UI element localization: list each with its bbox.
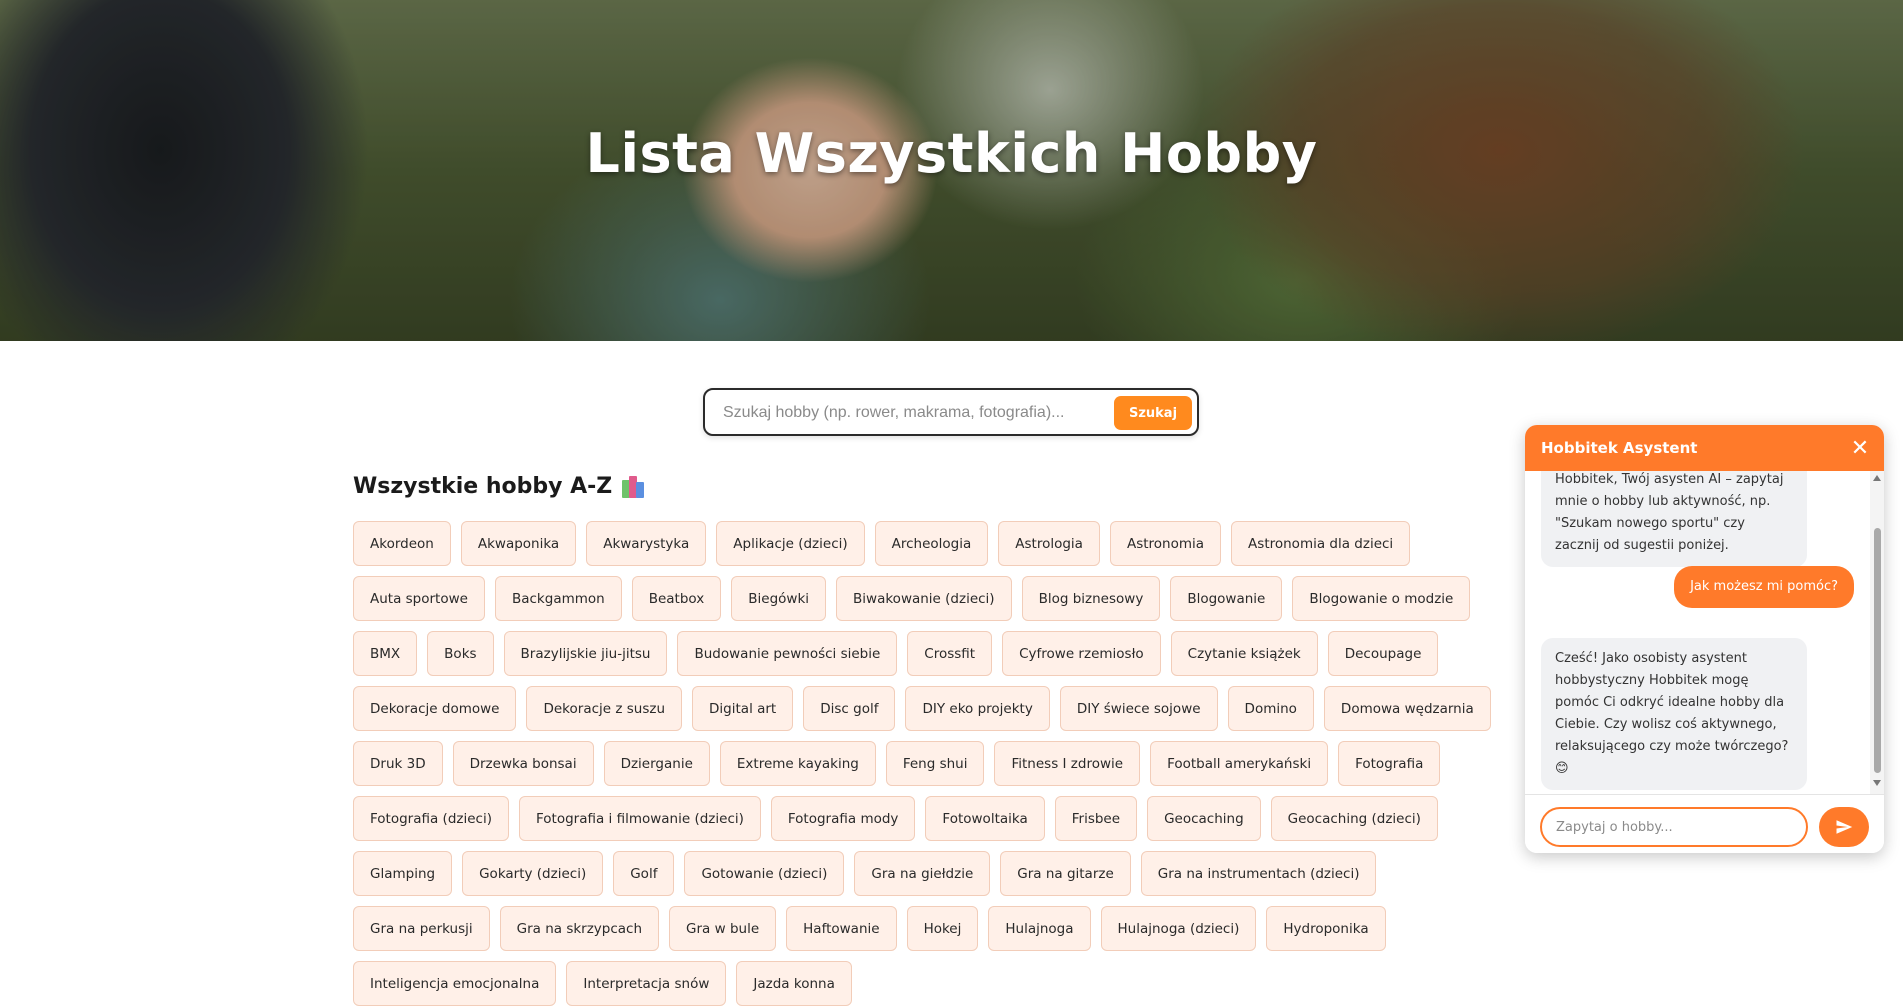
books-icon [622,475,646,498]
hobby-tag[interactable]: Gra na perkusji [353,906,490,951]
scroll-up-icon[interactable] [1873,475,1881,481]
scroll-down-icon[interactable] [1873,780,1881,786]
hobby-tag[interactable]: Fotowoltaika [925,796,1045,841]
hobby-tag[interactable]: Domowa wędzarnia [1323,686,1491,731]
hobby-tag[interactable]: Hokej [906,906,979,951]
hobby-tag[interactable]: Domino [1227,686,1314,731]
page-title: Lista Wszystkich Hobby [585,122,1318,185]
hobby-tag[interactable]: Blog biznesowy [1021,576,1161,621]
bot-message: Hobbitek, Twój asysten AI – zapytaj mnie… [1541,471,1807,567]
hobby-tag[interactable]: Jazda konna [736,961,852,1006]
hobby-tag[interactable]: DIY eko projekty [905,686,1050,731]
close-icon[interactable]: ✕ [1848,435,1872,461]
hobby-tag[interactable]: Gotowanie (dzieci) [684,851,845,896]
hobby-tag[interactable]: Akwarystyka [586,521,707,566]
hobby-tag[interactable]: Brazylijskie jiu-jitsu [503,631,668,676]
hobby-tag[interactable]: Gra na giełdzie [854,851,991,896]
hobby-tag[interactable]: Dekoracje z suszu [526,686,683,731]
hobby-tag[interactable]: Astrologia [998,521,1100,566]
hobby-tag[interactable]: Gra na skrzypcach [499,906,660,951]
hobby-tag[interactable]: Fotografia i filmowanie (dzieci) [518,796,761,841]
hobby-tag[interactable]: Digital art [692,686,794,731]
hobby-tag[interactable]: Akwaponika [460,521,577,566]
hobby-tag[interactable]: Hulajnoga [988,906,1091,951]
hobby-tag[interactable]: Backgammon [494,576,622,621]
search-input[interactable] [721,398,1105,428]
hobby-tag[interactable]: Geocaching (dzieci) [1270,796,1438,841]
section-title-text: Wszystkie hobby A-Z [353,474,613,499]
send-icon [1836,820,1853,834]
hobby-tag[interactable]: Dekoracje domowe [353,686,517,731]
hobby-tag[interactable]: Fotografia (dzieci) [353,796,509,841]
hobby-tag[interactable]: Crossfit [907,631,993,676]
hobby-tag[interactable]: DIY świece sojowe [1059,686,1218,731]
hobby-tag[interactable]: Fotografia [1338,741,1441,786]
hobby-tag[interactable]: Biwakowanie (dzieci) [836,576,1012,621]
send-button[interactable] [1819,807,1869,847]
user-message: Jak możesz mi pomóc? [1674,566,1854,608]
hobby-tag[interactable]: Geocaching [1147,796,1261,841]
chat-messages[interactable]: Hobbitek, Twój asysten AI – zapytaj mnie… [1525,471,1884,794]
hobby-tag[interactable]: Czytanie książek [1170,631,1318,676]
hobby-tag[interactable]: Gra na gitarze [1000,851,1131,896]
chat-title: Hobbitek Asystent [1541,439,1698,457]
hobby-tag[interactable]: Druk 3D [353,741,443,786]
hobby-tag[interactable]: Blogowanie o modzie [1292,576,1471,621]
hobby-tag[interactable]: Haftowanie [786,906,897,951]
hobby-tag[interactable]: Blogowanie [1170,576,1283,621]
hobby-tag[interactable]: BMX [353,631,418,676]
hobby-tag[interactable]: Dzierganie [603,741,710,786]
section-heading: Wszystkie hobby A-Z [353,474,646,499]
hobby-tag[interactable]: Archeologia [874,521,989,566]
hobby-tag[interactable]: Gra w bule [669,906,777,951]
chat-input[interactable] [1540,807,1808,847]
chat-widget: Hobbitek Asystent ✕ Hobbitek, Twój asyst… [1525,425,1884,853]
chat-header: Hobbitek Asystent ✕ [1525,425,1884,471]
hobby-tag[interactable]: Decoupage [1327,631,1439,676]
search-bar: Szukaj [703,388,1199,436]
hobby-tag[interactable]: Fitness I zdrowie [994,741,1141,786]
hero-banner: Lista Wszystkich Hobby [0,0,1903,341]
bot-message: Cześć! Jako osobisty asystent hobbystycz… [1541,638,1807,790]
hobby-tag[interactable]: Astronomia [1109,521,1222,566]
hobby-tag[interactable]: Drzewka bonsai [452,741,594,786]
hobby-tag[interactable]: Auta sportowe [353,576,485,621]
hobby-tag[interactable]: Hulajnoga (dzieci) [1100,906,1257,951]
hobby-tag[interactable]: Disc golf [803,686,896,731]
hobby-tag[interactable]: Akordeon [353,521,451,566]
hobby-tag[interactable]: Extreme kayaking [719,741,876,786]
hobby-tag[interactable]: Golf [613,851,675,896]
chat-footer [1525,794,1884,853]
hobby-tag[interactable]: Feng shui [885,741,985,786]
hobby-tag[interactable]: Hydroponika [1266,906,1386,951]
hobby-tag[interactable]: Fotografia mody [770,796,916,841]
hobby-tag[interactable]: Boks [427,631,494,676]
hobby-tag[interactable]: Biegówki [731,576,827,621]
hobby-tag[interactable]: Gokarty (dzieci) [462,851,604,896]
hobby-tag[interactable]: Budowanie pewności siebie [677,631,898,676]
hobby-tag[interactable]: Astronomia dla dzieci [1231,521,1411,566]
hobby-tag[interactable]: Glamping [353,851,453,896]
hobby-tag[interactable]: Interpretacja snów [566,961,727,1006]
hobby-tag[interactable]: Cyfrowe rzemiosło [1002,631,1161,676]
hobby-tag[interactable]: Football amerykański [1150,741,1329,786]
hobby-tag[interactable]: Gra na instrumentach (dzieci) [1140,851,1377,896]
hobby-tag[interactable]: Frisbee [1054,796,1138,841]
hobby-tag[interactable]: Inteligencja emocjonalna [353,961,557,1006]
search-button[interactable]: Szukaj [1114,396,1192,430]
hobby-tag[interactable]: Beatbox [631,576,722,621]
hobby-tag[interactable]: Aplikacje (dzieci) [716,521,865,566]
hobby-list: Akordeon Akwaponika Akwarystyka Aplikacje (… [353,521,1523,1006]
scroll-thumb[interactable] [1874,528,1881,773]
